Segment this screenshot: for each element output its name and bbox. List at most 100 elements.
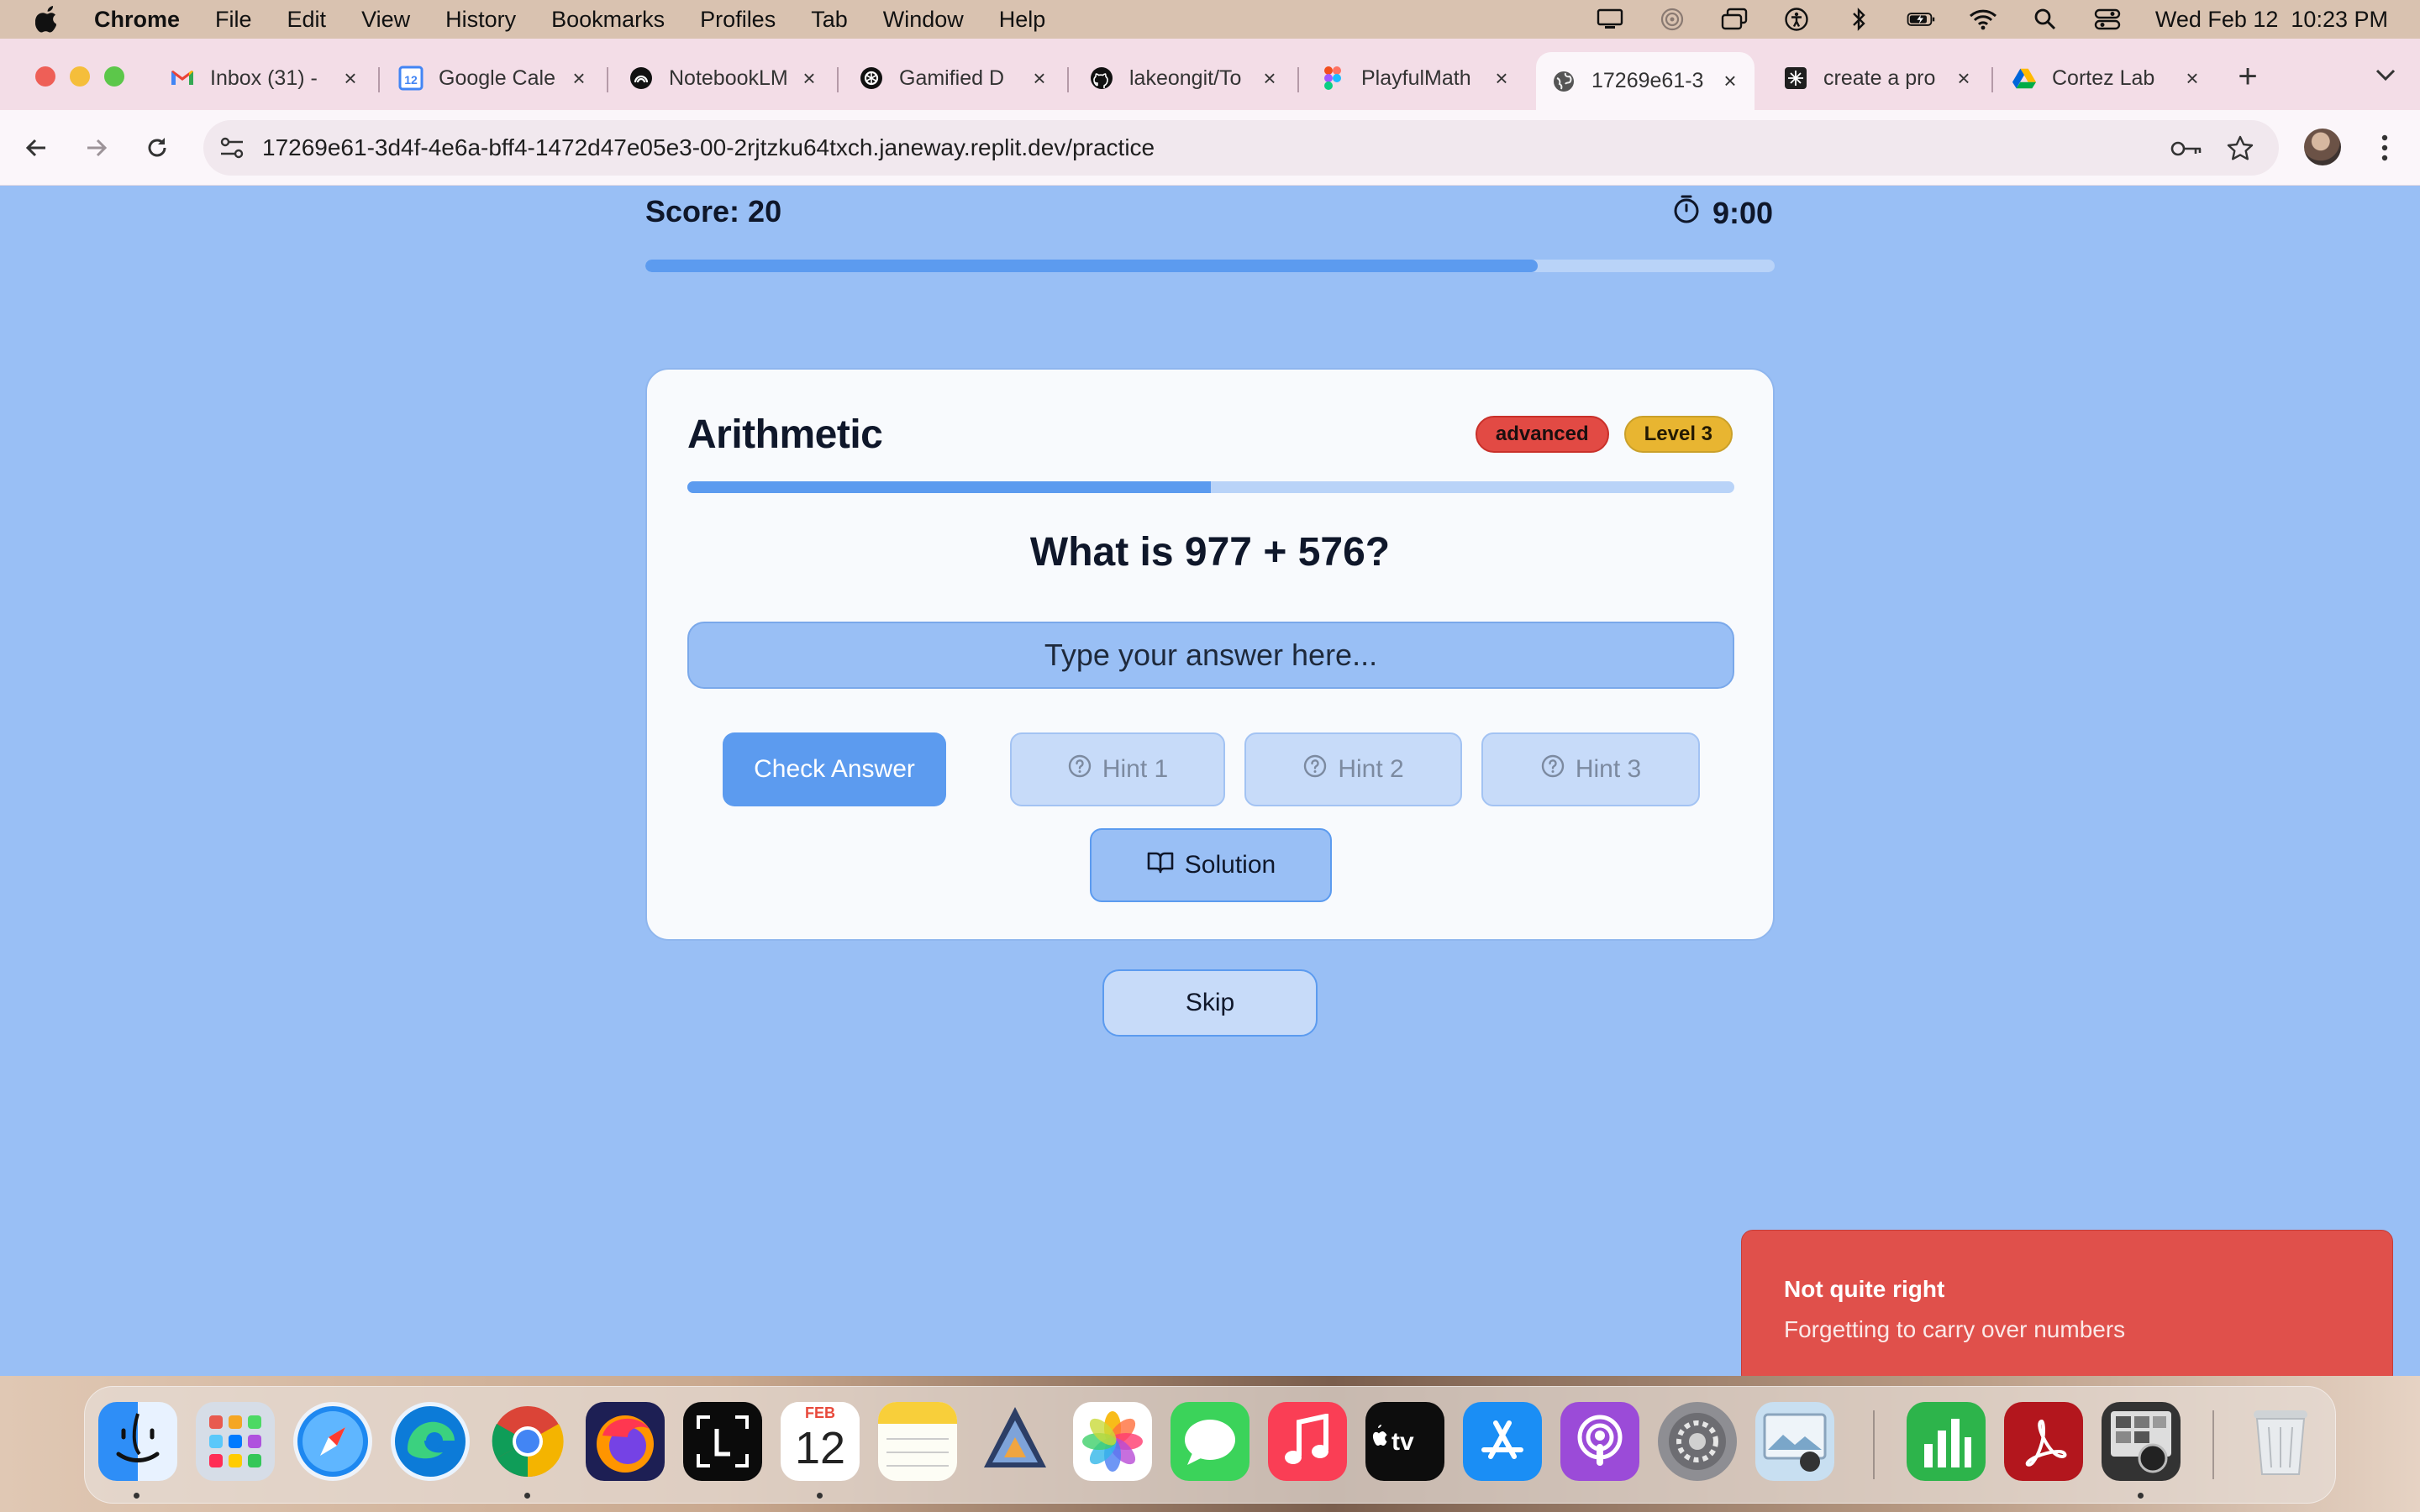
question-text: What is 977 + 576?	[1029, 530, 1391, 575]
tab-inbox[interactable]: Inbox (31) - ×	[156, 52, 363, 104]
url-text[interactable]: 17269e61-3d4f-4e6a-bff4-1472d47e05e3-00-…	[262, 134, 1155, 161]
launchpad-icon[interactable]	[196, 1402, 275, 1481]
question-card: Arithmetic advanced Level 3 What is 977 …	[645, 368, 1775, 941]
password-key-icon[interactable]	[2170, 132, 2203, 165]
dock-separator	[1873, 1410, 1875, 1479]
menu-edit[interactable]: Edit	[287, 7, 327, 33]
reload-icon[interactable]	[138, 129, 176, 167]
menu-view[interactable]: View	[361, 7, 410, 33]
display-icon[interactable]	[1596, 8, 1624, 31]
stopwatch-icon	[1672, 194, 1701, 232]
menu-help[interactable]: Help	[999, 7, 1046, 33]
podcasts-icon[interactable]	[1560, 1402, 1639, 1481]
close-icon[interactable]: ×	[566, 66, 592, 91]
bluetooth-icon[interactable]	[1844, 8, 1873, 31]
notes-icon[interactable]	[878, 1402, 957, 1481]
tab-gamified[interactable]: Gamified D ×	[845, 52, 1052, 104]
solution-label: Solution	[1184, 851, 1276, 879]
tab-strip: Inbox (31) - × 12 Google Cale × Notebook…	[0, 39, 2420, 110]
site-settings-icon[interactable]	[215, 131, 249, 165]
edge-icon[interactable]	[391, 1402, 470, 1481]
menu-bookmarks[interactable]: Bookmarks	[551, 7, 665, 33]
airdrop-icon[interactable]	[1658, 8, 1686, 31]
trash-icon[interactable]	[2241, 1402, 2320, 1481]
close-icon[interactable]: ×	[1718, 68, 1743, 94]
tab-github[interactable]: lakeongit/To ×	[1076, 52, 1282, 104]
profile-avatar[interactable]	[2304, 129, 2341, 165]
svg-text:12: 12	[404, 73, 418, 87]
hint-1-button[interactable]: Hint 1	[1010, 732, 1225, 806]
finder-icon[interactable]	[98, 1402, 177, 1481]
book-open-icon	[1146, 849, 1175, 881]
globe-icon	[1551, 69, 1576, 94]
window-stack-icon[interactable]	[1720, 8, 1749, 31]
tab-playfulmath[interactable]: PlayfulMath ×	[1307, 52, 1514, 104]
app-store-icon[interactable]	[1463, 1402, 1542, 1481]
chrome-icon[interactable]	[488, 1402, 567, 1481]
openai-icon	[859, 66, 884, 91]
hint-2-button[interactable]: Hint 2	[1244, 732, 1462, 806]
linear-icon[interactable]	[976, 1402, 1055, 1481]
back-arrow-icon[interactable]	[17, 129, 55, 167]
messages-icon[interactable]	[1171, 1402, 1249, 1481]
bookmark-star-icon[interactable]	[2223, 132, 2257, 165]
battery-icon[interactable]	[1907, 8, 1935, 31]
forward-arrow-icon[interactable]	[77, 129, 116, 167]
image-capture-icon[interactable]	[2102, 1402, 2181, 1481]
photos-icon[interactable]	[1073, 1402, 1152, 1481]
apple-icon[interactable]	[34, 5, 60, 34]
more-menu-icon[interactable]	[2368, 129, 2402, 167]
tab-create-prompt[interactable]: create a pro ×	[1770, 52, 1976, 104]
menubar-clock[interactable]: Wed Feb 12 10:23 PM	[2155, 7, 2388, 33]
accessibility-icon[interactable]	[1782, 8, 1811, 31]
skip-button[interactable]: Skip	[1102, 969, 1318, 1037]
close-icon[interactable]: ×	[1027, 66, 1052, 91]
close-icon[interactable]: ×	[1951, 66, 1976, 91]
wifi-icon[interactable]	[1969, 8, 1997, 31]
close-icon[interactable]: ×	[797, 66, 822, 91]
close-icon[interactable]: ×	[1257, 66, 1282, 91]
maximize-window-button[interactable]	[104, 66, 124, 87]
minimize-window-button[interactable]	[70, 66, 90, 87]
check-answer-button[interactable]: Check Answer	[723, 732, 946, 806]
firefox-icon[interactable]	[586, 1402, 665, 1481]
answer-input[interactable]	[687, 622, 1734, 689]
address-bar[interactable]: 17269e61-3d4f-4e6a-bff4-1472d47e05e3-00-…	[203, 120, 2279, 176]
hint-3-button[interactable]: Hint 3	[1481, 732, 1700, 806]
menu-file[interactable]: File	[215, 7, 252, 33]
tab-google-calendar[interactable]: 12 Google Cale ×	[385, 52, 592, 104]
calendar-day: 12	[794, 1423, 846, 1473]
close-icon[interactable]: ×	[338, 66, 363, 91]
close-icon[interactable]: ×	[1489, 66, 1514, 91]
menu-history[interactable]: History	[445, 7, 516, 33]
tab-cortez-lab[interactable]: Cortez Lab ×	[1998, 52, 2205, 104]
calendar-icon[interactable]: FEB 12	[781, 1402, 860, 1481]
tab-replit-practice[interactable]: 17269e61-3 ×	[1536, 52, 1754, 110]
safari-icon[interactable]	[293, 1402, 372, 1481]
google-calendar-icon: 12	[398, 66, 424, 91]
apple-tv-icon[interactable]: tv	[1365, 1402, 1444, 1481]
music-icon[interactable]	[1268, 1402, 1347, 1481]
close-window-button[interactable]	[35, 66, 55, 87]
close-icon[interactable]: ×	[2180, 66, 2205, 91]
tab-search-button[interactable]	[2366, 55, 2405, 94]
menu-tab[interactable]: Tab	[811, 7, 848, 33]
gmail-icon	[170, 66, 195, 91]
menu-window[interactable]: Window	[883, 7, 964, 33]
solution-button[interactable]: Solution	[1090, 828, 1332, 902]
error-toast[interactable]: Not quite right Forgetting to carry over…	[1741, 1230, 2393, 1376]
system-settings-icon[interactable]	[1658, 1402, 1737, 1481]
new-tab-button[interactable]: +	[2228, 57, 2267, 96]
tab-label: PlayfulMath	[1361, 66, 1471, 90]
tab-notebooklm[interactable]: NotebookLM ×	[615, 52, 822, 104]
numbers-icon[interactable]	[1907, 1402, 1986, 1481]
spotlight-search-icon[interactable]	[2031, 8, 2060, 31]
control-center-icon[interactable]	[2093, 8, 2122, 31]
preview-icon[interactable]	[1755, 1402, 1834, 1481]
menu-app-name[interactable]: Chrome	[94, 7, 180, 33]
tab-label: Google Cale	[439, 66, 555, 90]
browser-window: Inbox (31) - × 12 Google Cale × Notebook…	[0, 39, 2420, 1376]
screen-capture-icon[interactable]	[683, 1402, 762, 1481]
menu-profiles[interactable]: Profiles	[700, 7, 776, 33]
acrobat-icon[interactable]	[2004, 1402, 2083, 1481]
